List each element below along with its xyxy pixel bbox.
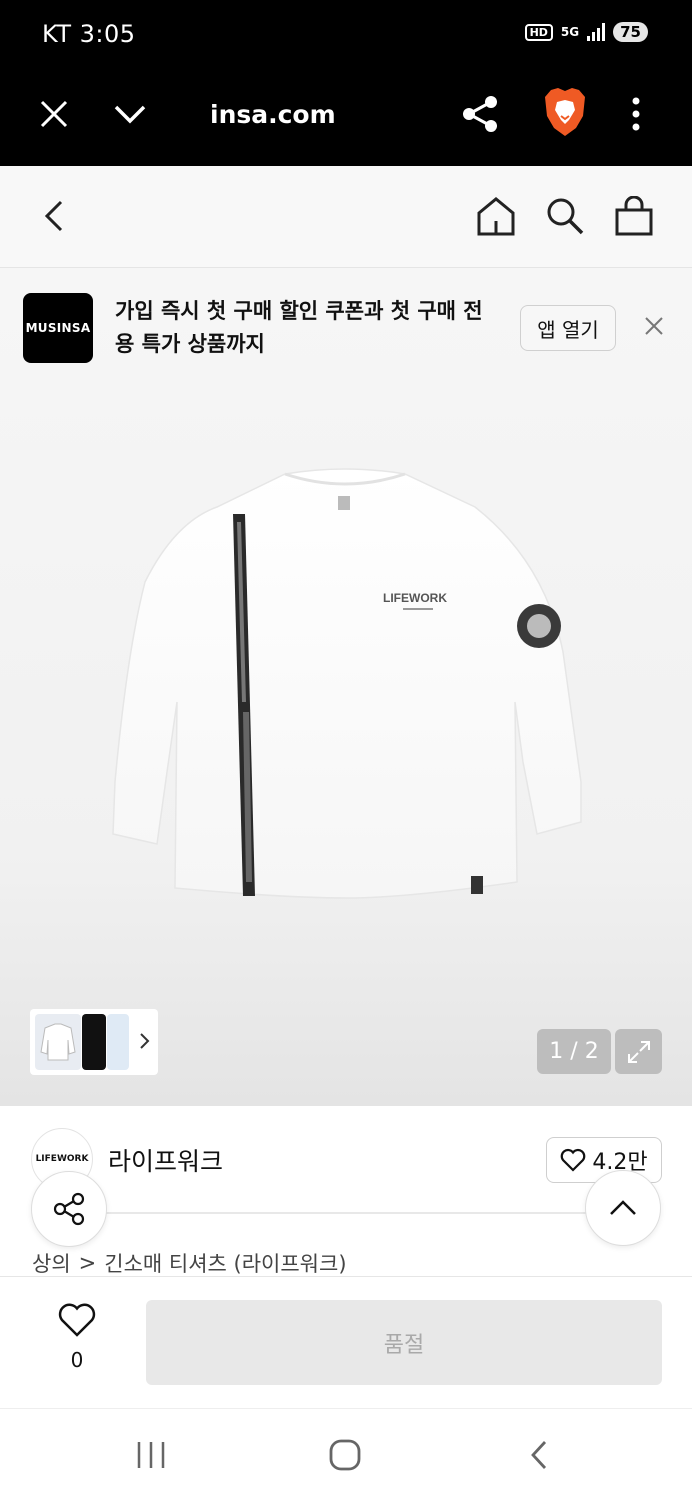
thumbnail-blue-shirt[interactable] — [107, 1014, 129, 1070]
share-button[interactable] — [31, 1171, 107, 1247]
thumbnail-strip[interactable] — [30, 1009, 158, 1075]
close-icon[interactable] — [638, 310, 670, 342]
musinsa-logo: MUSINSA — [23, 293, 93, 363]
brave-lion-icon[interactable] — [543, 86, 587, 138]
status-icons: HD 5G 75 — [524, 22, 648, 42]
recent-apps-icon[interactable] — [127, 1431, 175, 1479]
brand-name[interactable]: 라이프워크 — [108, 1142, 223, 1178]
open-app-button[interactable]: 앱 열기 — [520, 305, 616, 351]
search-icon[interactable] — [541, 192, 589, 240]
sold-out-button[interactable]: 품절 — [146, 1300, 662, 1385]
home-nav-icon[interactable] — [321, 1431, 369, 1479]
more-vertical-icon[interactable] — [614, 92, 658, 136]
image-counter: 1 / 2 — [537, 1029, 611, 1074]
share-icon[interactable] — [458, 92, 502, 136]
divider — [100, 1212, 592, 1214]
breadcrumb-subcategory[interactable]: 긴소매 티셔츠 (라이프워크) — [104, 1248, 346, 1278]
close-tab-icon[interactable] — [32, 92, 76, 136]
promo-message: 가입 즉시 첫 구매 할인 쿠폰과 첫 구매 전용 특가 상품까지 — [115, 299, 483, 356]
chevron-up-icon — [610, 1200, 636, 1215]
wishlist-count: 0 — [70, 1348, 84, 1372]
app-header — [0, 166, 692, 268]
system-nav-bar — [0, 1408, 692, 1500]
back-nav-icon[interactable] — [515, 1431, 563, 1479]
breadcrumb-category[interactable]: 상의 — [32, 1248, 71, 1278]
heart-icon — [58, 1303, 96, 1337]
product-image[interactable]: LIFEWORK — [105, 462, 589, 908]
browser-toolbar: insa.com — [0, 72, 692, 166]
home-icon[interactable] — [472, 192, 520, 240]
scroll-top-button[interactable] — [585, 1170, 661, 1246]
expand-icon[interactable] — [615, 1029, 662, 1074]
status-bar: KT 3:05 HD 5G 75 — [0, 0, 692, 72]
svg-text:LIFEWORK: LIFEWORK — [383, 591, 447, 605]
breadcrumb: 상의 > 긴소매 티셔츠 (라이프워크) — [32, 1248, 347, 1278]
url-text[interactable]: insa.com — [210, 100, 336, 129]
back-arrow-icon[interactable] — [30, 192, 78, 240]
chevron-down-icon[interactable] — [108, 92, 152, 136]
status-time: KT 3:05 — [42, 20, 136, 48]
wishlist-button[interactable]: 0 — [52, 1302, 102, 1382]
heart-icon — [561, 1148, 586, 1172]
breadcrumb-separator: > — [78, 1251, 97, 1275]
share-icon — [53, 1192, 85, 1226]
hd-icon: HD — [524, 23, 553, 41]
shopping-bag-icon[interactable] — [610, 192, 658, 240]
thumbnail-white-shirt[interactable] — [35, 1014, 81, 1070]
thumbnail-black-shirt[interactable] — [82, 1014, 106, 1070]
network-5g-icon: 5G — [560, 25, 580, 39]
battery-icon: 75 — [613, 22, 648, 42]
signal-icon — [587, 23, 606, 41]
chevron-right-icon[interactable] — [132, 1029, 156, 1053]
